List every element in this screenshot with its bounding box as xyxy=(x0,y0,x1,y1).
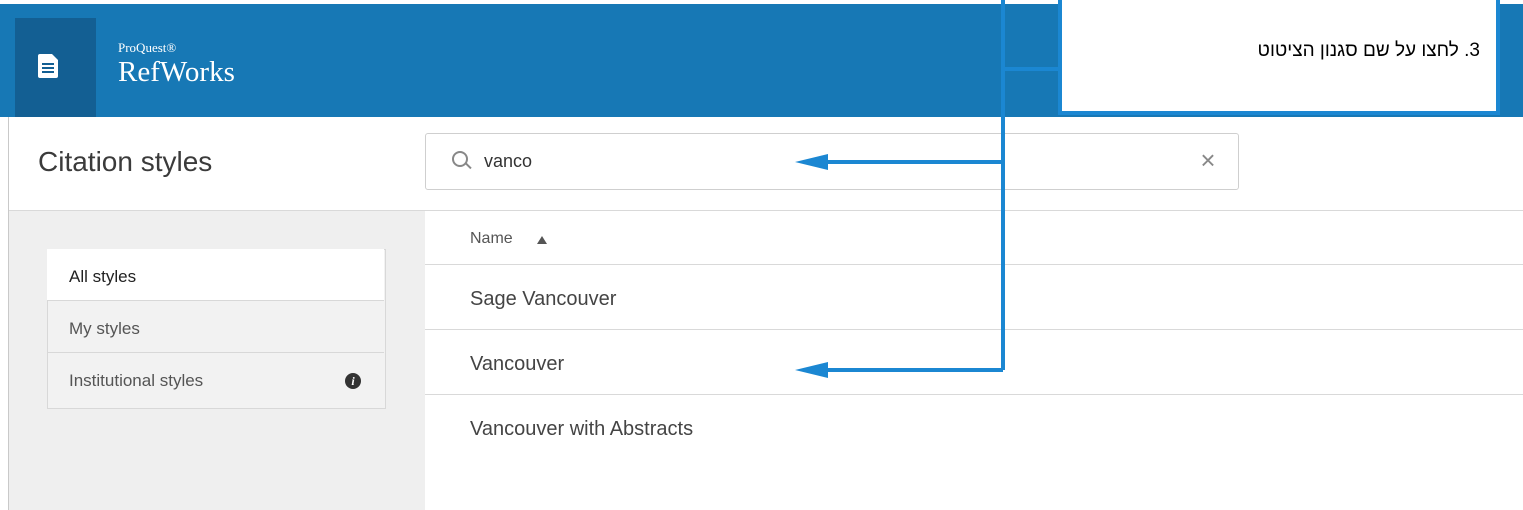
annotation-connectors xyxy=(825,0,1058,372)
annotation-arrows xyxy=(795,0,1058,378)
arrow-to-vancouver xyxy=(795,362,828,378)
arrow-to-search xyxy=(795,154,828,170)
